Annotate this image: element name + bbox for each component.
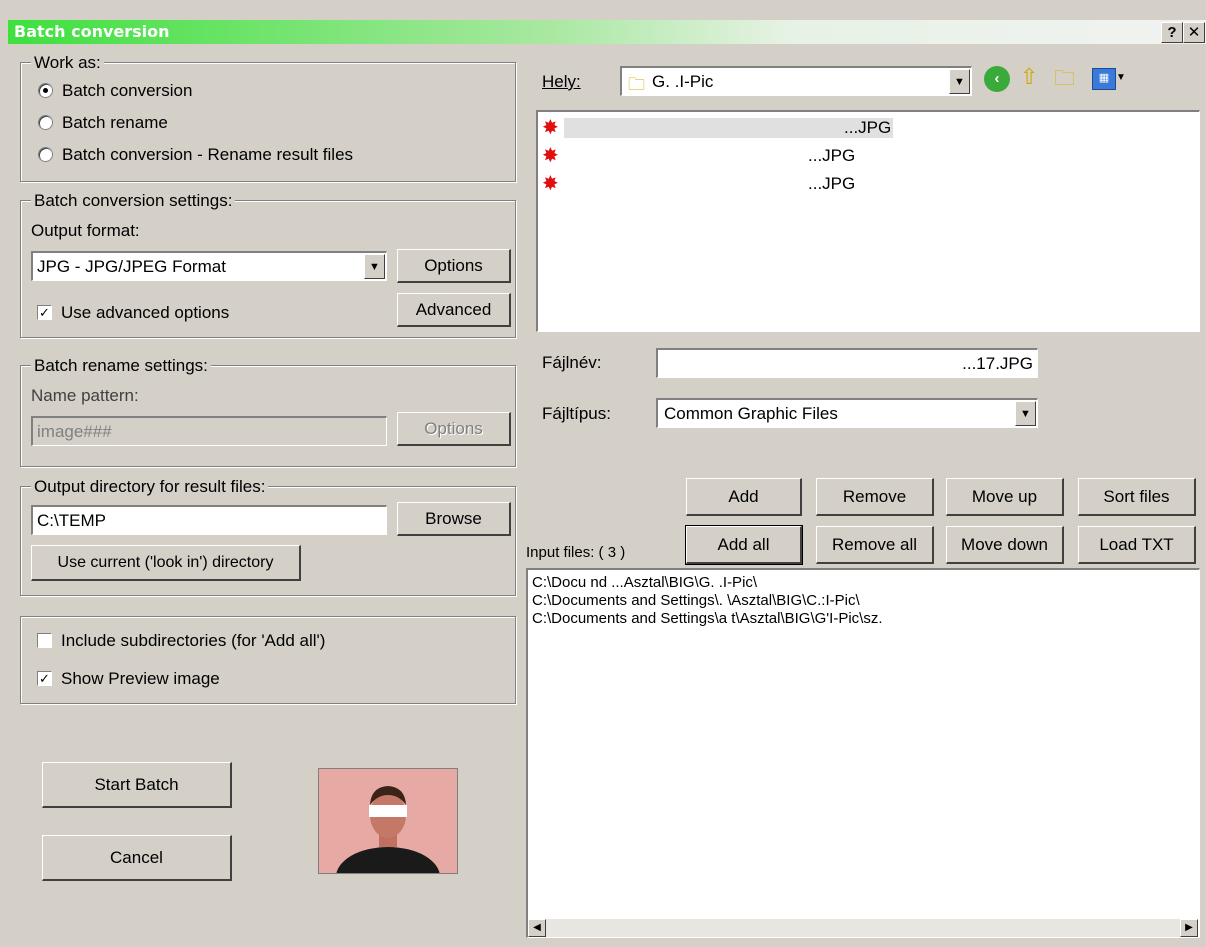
chevron-down-icon[interactable]: ▼ — [1015, 401, 1036, 426]
scroll-right-icon[interactable]: ▶ — [1180, 919, 1198, 937]
remove-all-button[interactable]: Remove all — [816, 526, 934, 564]
input-files-label: Input files: ( 3 ) — [526, 544, 626, 561]
location-select[interactable]: 🗀 G. .I-Pic ▼ — [620, 66, 972, 96]
list-item[interactable]: C:\Documents and Settings\. \Asztal\BIG\… — [532, 592, 860, 609]
conversion-settings-group: Batch conversion settings: Output format… — [20, 191, 516, 338]
file-list[interactable]: ✸ ...JPG ✸ ...JPG ✸ ...JPG — [536, 110, 1200, 332]
input-files-list[interactable]: C:\Docu nd ...Asztal\BIG\G. .I-Pic\ C:\D… — [526, 568, 1200, 938]
include-subdirectories-label[interactable]: Include subdirectories (for 'Add all') — [61, 631, 325, 651]
filename-label: Fájlnév: — [542, 353, 602, 372]
file-name: ...JPG — [808, 146, 856, 165]
image-file-icon: ✸ — [542, 117, 559, 139]
list-item[interactable]: ✸ ...JPG — [542, 146, 855, 166]
use-current-directory-button[interactable]: Use current ('look in') directory — [31, 545, 301, 581]
radio-label-batch-conversion-rename[interactable]: Batch conversion - Rename result files — [62, 145, 353, 165]
radio-batch-rename[interactable] — [38, 115, 53, 130]
output-directory-group: Output directory for result files: C:\TE… — [20, 477, 516, 596]
load-txt-button[interactable]: Load TXT — [1078, 526, 1196, 564]
new-folder-icon[interactable]: 🗀 — [1054, 64, 1075, 99]
horizontal-scrollbar[interactable]: ◀ ▶ — [528, 919, 1198, 937]
location-label: Hely: — [542, 72, 581, 91]
chevron-down-icon[interactable]: ▼ — [364, 254, 385, 279]
list-item[interactable]: ✸ ...JPG — [542, 117, 894, 139]
radio-batch-conversion[interactable] — [38, 83, 53, 98]
back-icon[interactable]: ‹ — [984, 66, 1010, 92]
start-batch-button[interactable]: Start Batch — [42, 762, 232, 808]
conversion-options-button[interactable]: Options — [397, 249, 511, 283]
rename-settings-legend: Batch rename settings: — [31, 356, 211, 376]
output-format-select[interactable]: JPG - JPG/JPEG Format ▼ — [31, 251, 387, 281]
preview-image — [318, 768, 458, 874]
output-format-label: Output format: — [31, 221, 140, 240]
output-directory-value: C:\TEMP — [37, 511, 106, 530]
work-as-legend: Work as: — [31, 53, 104, 73]
advanced-button[interactable]: Advanced — [397, 293, 511, 327]
move-down-button[interactable]: Move down — [946, 526, 1064, 564]
filename-input[interactable]: ...17.JPG — [656, 348, 1038, 378]
output-directory-input[interactable]: C:\TEMP — [31, 505, 387, 535]
list-item[interactable]: ✸ ...JPG — [542, 174, 855, 194]
sort-files-button[interactable]: Sort files — [1078, 478, 1196, 516]
help-button[interactable]: ? — [1161, 22, 1183, 43]
list-item[interactable]: C:\Docu nd ...Asztal\BIG\G. .I-Pic\ — [532, 574, 757, 591]
rename-options-button: Options — [397, 412, 511, 446]
filename-value: ...17.JPG — [962, 354, 1033, 373]
scroll-left-icon[interactable]: ◀ — [528, 919, 546, 937]
filetype-label: Fájltípus: — [542, 404, 611, 423]
file-name: ...JPG — [564, 118, 894, 138]
up-folder-icon[interactable]: ⇧ — [1020, 64, 1038, 90]
radio-batch-conversion-rename[interactable] — [38, 147, 53, 162]
image-file-icon: ✸ — [542, 145, 559, 167]
move-up-button[interactable]: Move up — [946, 478, 1064, 516]
list-item[interactable]: C:\Documents and Settings\a t\Asztal\BIG… — [532, 610, 883, 627]
rename-settings-group: Batch rename settings: Name pattern: ima… — [20, 356, 516, 467]
radio-label-batch-conversion[interactable]: Batch conversion — [62, 81, 192, 101]
filetype-value: Common Graphic Files — [664, 404, 838, 423]
options-group: Include subdirectories (for 'Add all') ✓… — [20, 616, 516, 704]
filetype-select[interactable]: Common Graphic Files ▼ — [656, 398, 1038, 428]
add-all-button[interactable]: Add all — [685, 525, 803, 565]
radio-label-batch-rename[interactable]: Batch rename — [62, 113, 168, 133]
name-pattern-input: image### — [31, 416, 387, 446]
show-preview-label[interactable]: Show Preview image — [61, 669, 220, 689]
browse-button[interactable]: Browse — [397, 502, 511, 536]
remove-button[interactable]: Remove — [816, 478, 934, 516]
include-subdirectories-checkbox[interactable] — [37, 633, 52, 648]
name-pattern-value: image### — [37, 422, 112, 441]
advanced-options-label[interactable]: Use advanced options — [61, 303, 229, 323]
folder-icon: 🗀 — [628, 75, 645, 94]
title-bar: Batch conversion ? ✕ — [8, 20, 1206, 44]
chevron-down-icon[interactable]: ▼ — [1116, 72, 1126, 83]
conversion-settings-legend: Batch conversion settings: — [31, 191, 236, 211]
work-as-group: Work as: Batch conversion Batch rename B… — [20, 53, 516, 182]
image-file-icon: ✸ — [542, 173, 559, 195]
location-value: G. .I-Pic — [652, 72, 714, 91]
person-photo-icon — [319, 769, 457, 873]
window-title: Batch conversion — [14, 22, 170, 41]
cancel-button[interactable]: Cancel — [42, 835, 232, 881]
output-directory-legend: Output directory for result files: — [31, 477, 269, 497]
advanced-options-checkbox[interactable]: ✓ — [37, 305, 52, 320]
view-menu-icon[interactable]: ▦ — [1092, 68, 1116, 90]
chevron-down-icon[interactable]: ▼ — [949, 69, 970, 94]
output-format-value: JPG - JPG/JPEG Format — [37, 257, 226, 276]
file-name: ...JPG — [808, 174, 856, 193]
close-button[interactable]: ✕ — [1183, 22, 1205, 43]
show-preview-checkbox[interactable]: ✓ — [37, 671, 52, 686]
add-button[interactable]: Add — [686, 478, 802, 516]
name-pattern-label: Name pattern: — [31, 386, 139, 405]
